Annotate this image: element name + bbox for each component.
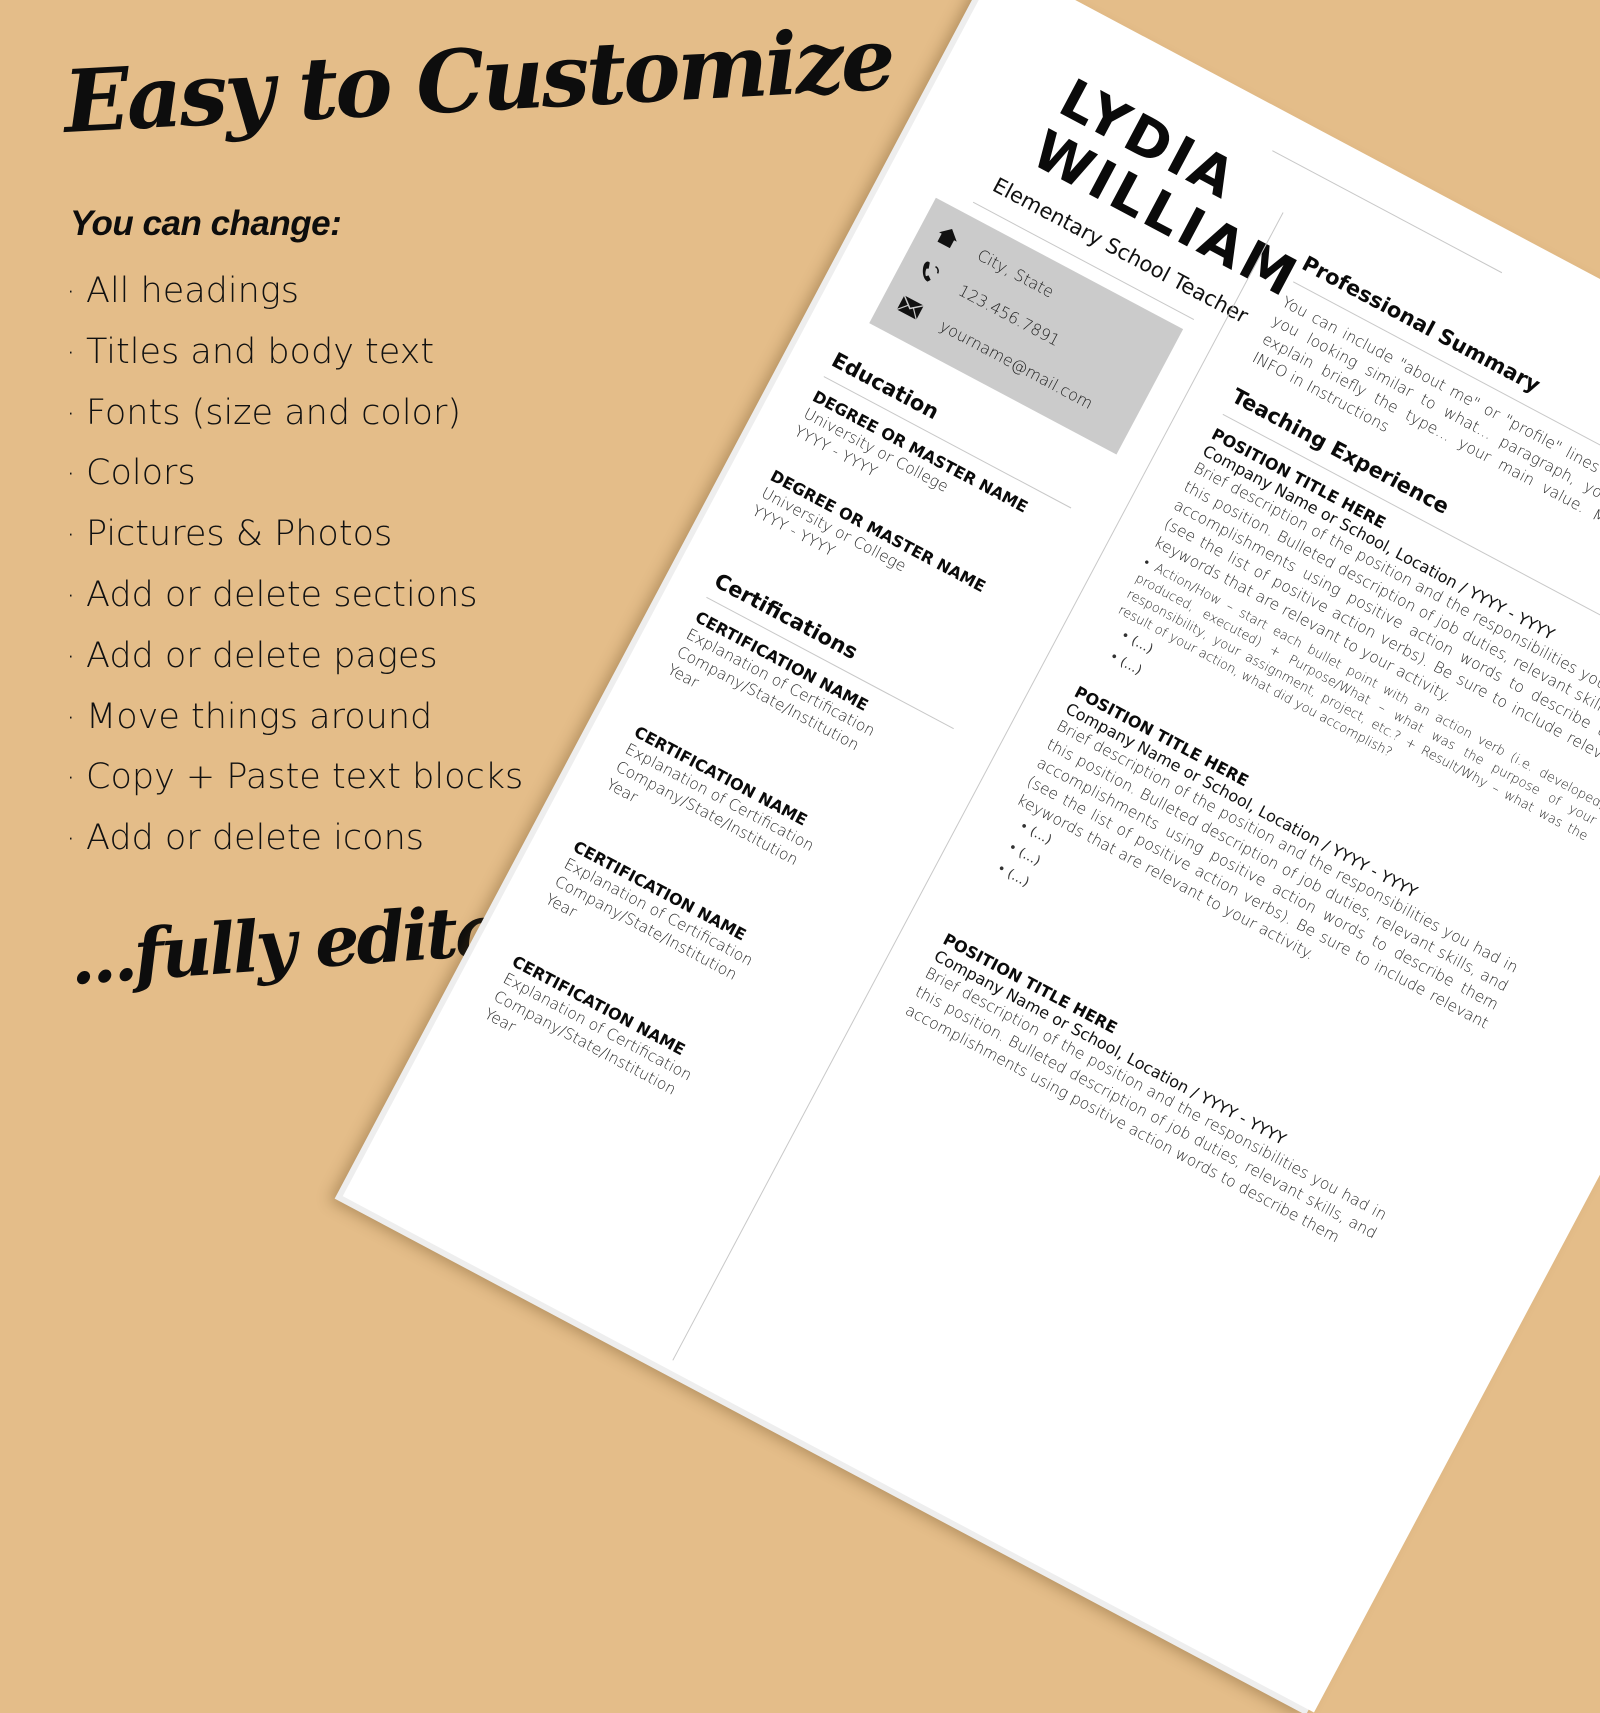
bullet-dot: · <box>66 335 76 371</box>
phone-icon <box>912 256 945 288</box>
feature-item: · Titles and body text <box>66 323 523 384</box>
feature-label: All headings <box>86 271 300 311</box>
bullet-dot: · <box>66 396 76 432</box>
certification-item: CERTIFICATION NAME Explanation of Certif… <box>542 837 765 1006</box>
feature-label: Pictures & Photos <box>86 514 393 555</box>
envelope-icon <box>894 292 927 324</box>
bullet-dot: · <box>66 275 76 310</box>
bullet-dot: · <box>66 822 76 858</box>
resume-page: LYDIA WILLIAM Elementary School Teacher … <box>342 0 1600 1713</box>
certification-item: CERTIFICATION NAME Explanation of Certif… <box>603 722 826 891</box>
home-icon <box>931 221 964 253</box>
bullet-dot: · <box>66 457 76 493</box>
bullet-dot: · <box>66 639 76 675</box>
certification-item: CERTIFICATION NAME Explanation of Certif… <box>481 952 704 1121</box>
feature-label: Add or delete pages <box>86 635 438 676</box>
bullet-dot: · <box>66 700 76 736</box>
feature-item: · Add or delete sections <box>66 566 523 627</box>
feature-item: · Move things around <box>66 688 523 749</box>
feature-item: · Add or delete icons <box>66 809 523 870</box>
feature-label: Copy + Paste text blocks <box>86 757 524 798</box>
feature-label: Add or delete sections <box>86 574 478 615</box>
bullet-dot: · <box>66 518 76 554</box>
bullet-dot: · <box>66 761 76 797</box>
feature-item: · All headings <box>66 262 523 323</box>
bullet-text: (...) <box>1004 866 1032 891</box>
feature-list: · All headings · Titles and body text · Fon… <box>66 262 523 870</box>
feature-label: Add or delete icons <box>86 818 425 859</box>
bullet-text: (...) <box>1117 654 1145 679</box>
feature-item: · Pictures & Photos <box>66 505 523 566</box>
feature-label: Move things around <box>86 696 433 737</box>
feature-item: · Fonts (size and color) <box>66 384 523 445</box>
bullet-dot: · <box>66 578 76 614</box>
feature-label: Titles and body text <box>86 331 435 372</box>
headline: Easy to Customize <box>61 8 895 153</box>
feature-item: · Colors <box>66 444 523 505</box>
feature-label: Colors <box>86 453 196 494</box>
feature-item: · Add or delete pages <box>66 627 523 688</box>
feature-item: · Copy + Paste text blocks <box>66 748 523 809</box>
feature-label: Fonts (size and color) <box>86 392 462 433</box>
subhead: You can change: <box>70 204 342 243</box>
